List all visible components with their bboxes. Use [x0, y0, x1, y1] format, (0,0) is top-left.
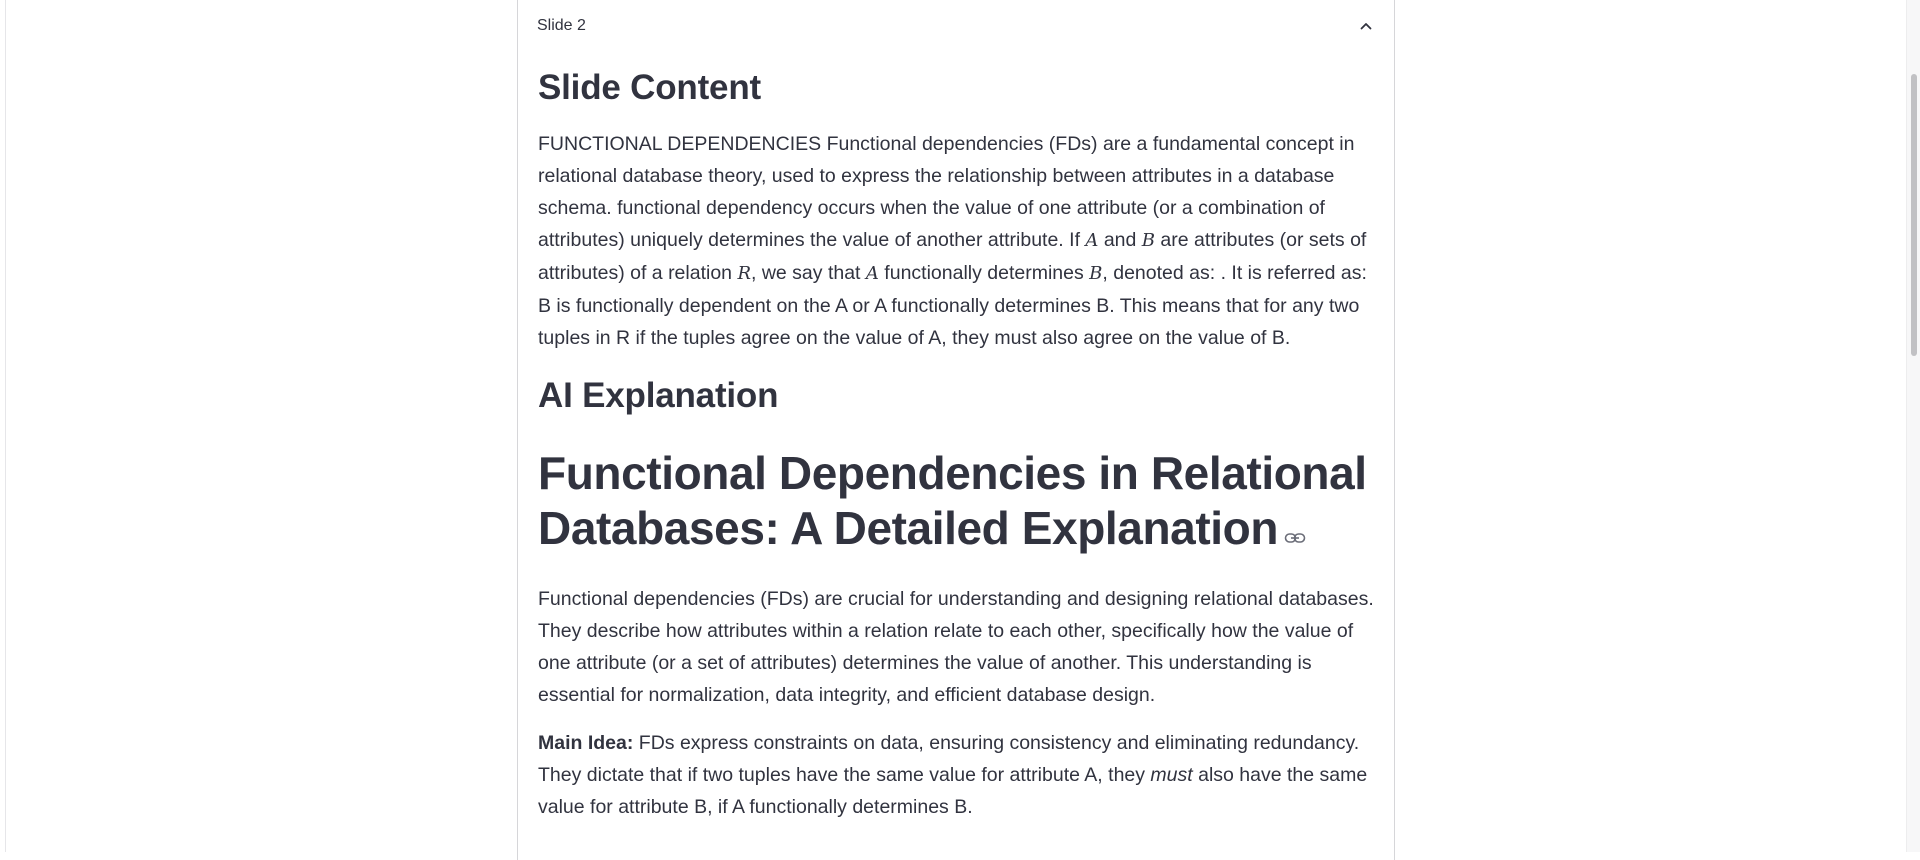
ai-explanation-heading: AI Explanation: [538, 376, 779, 415]
link-icon[interactable]: [1284, 502, 1306, 557]
main-idea-paragraph: Main Idea: FDs express constraints on da…: [538, 732, 1368, 819]
slide-expander: Slide 2 Slide Content FUNCTIONAL DEPENDE…: [517, 0, 1395, 860]
page-left-border: [5, 0, 6, 852]
explanation-title: Functional Dependencies in Relational Da…: [538, 446, 1374, 559]
math-var-b: B: [1141, 230, 1156, 251]
math-var-a: A: [865, 263, 879, 284]
emphasis-must: must: [1150, 764, 1193, 787]
chevron-up-icon[interactable]: [1358, 18, 1374, 34]
slide-content-text: FUNCTIONAL DEPENDENCIES Functional depen…: [538, 133, 1367, 349]
main-idea-label: Main Idea:: [538, 732, 634, 755]
expander-content: Slide Content FUNCTIONAL DEPENDENCIES Fu…: [518, 64, 1394, 823]
math-var-r: R: [737, 263, 751, 284]
expander-header[interactable]: Slide 2: [518, 0, 1394, 52]
scrollbar-thumb[interactable]: [1911, 74, 1917, 356]
math-var-a: A: [1085, 230, 1099, 251]
math-var-b: B: [1089, 263, 1103, 284]
vertical-scrollbar[interactable]: [1906, 0, 1920, 852]
slide-content-heading: Slide Content: [538, 68, 761, 107]
intro-paragraph: Functional dependencies (FDs) are crucia…: [538, 588, 1374, 707]
expander-title: Slide 2: [537, 17, 586, 34]
